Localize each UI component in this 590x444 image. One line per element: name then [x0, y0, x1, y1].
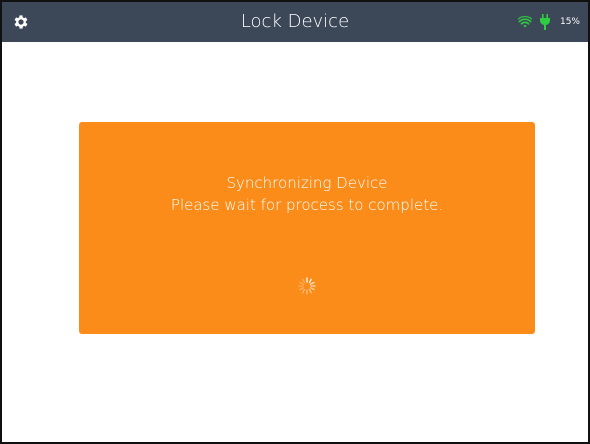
- top-bar: Lock Device 15%: [2, 2, 588, 42]
- status-bar: 15%: [517, 2, 580, 42]
- wifi-icon: [517, 16, 532, 28]
- plug-icon: [539, 14, 550, 30]
- app-window: Lock Device 15% Synchronizing Device Ple…: [0, 0, 590, 444]
- gear-icon[interactable]: [12, 13, 30, 31]
- dialog-message: Please wait for process to complete.: [170, 196, 444, 214]
- loading-spinner-icon: [297, 276, 317, 296]
- page-title: Lock Device: [240, 11, 350, 32]
- battery-level: 15%: [559, 17, 580, 27]
- sync-dialog: Synchronizing Device Please wait for pro…: [79, 122, 535, 334]
- dialog-title: Synchronizing Device: [226, 174, 388, 192]
